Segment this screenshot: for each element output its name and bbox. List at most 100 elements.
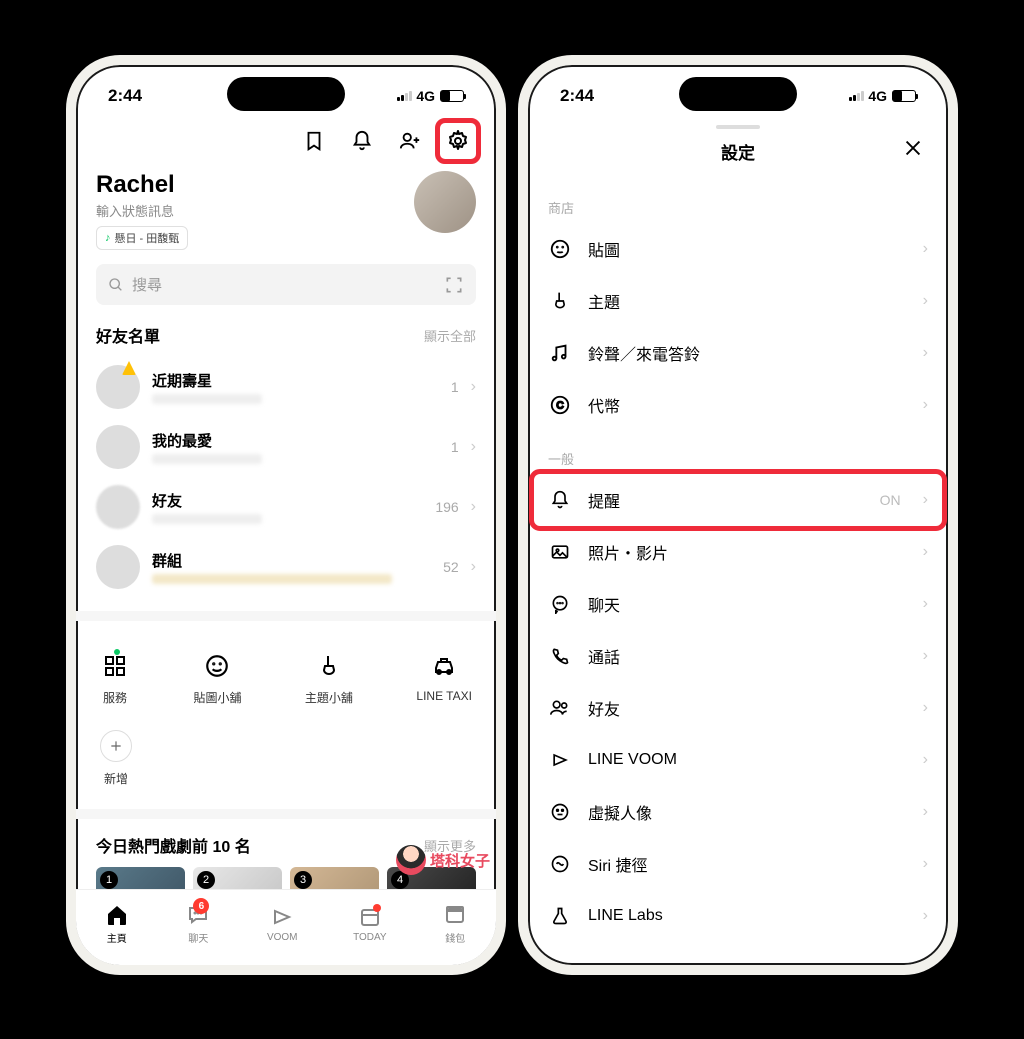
group-label-shop: 商店 [548,198,928,217]
scan-icon[interactable] [444,275,464,295]
row-labs[interactable]: LINE Labs › [548,890,928,942]
network-label: 4G [868,88,887,104]
row-voom[interactable]: LINE VOOM › [548,734,928,786]
friends-icon [548,696,572,720]
battery-icon [440,90,464,102]
row-coins[interactable]: C 代幣 › [548,379,928,431]
row-label: 提醒 [588,488,864,512]
chevron-right-icon: › [923,907,928,925]
network-label: 4G [416,88,435,104]
profile-name[interactable]: Rachel [96,171,188,199]
tab-label: VOOM [267,932,298,943]
voom-icon [269,904,295,930]
avatar-icon [548,800,572,824]
settings-title: 設定 [721,144,755,163]
row-label: Siri 捷徑 [588,852,907,876]
row-label: 聊天 [588,592,907,616]
wallet-icon [442,902,468,928]
bookmark-icon[interactable] [300,127,328,155]
row-chats[interactable]: 聊天 › [548,578,928,630]
search-input[interactable]: 搜尋 [96,264,476,305]
dynamic-island [679,77,797,111]
music-icon [548,341,572,365]
plus-icon [100,730,132,762]
top-toolbar [96,117,476,171]
chevron-right-icon: › [923,344,928,362]
settings-highlight [435,118,481,164]
tab-voom[interactable]: VOOM [267,904,298,943]
friend-count: 52 [443,559,459,575]
friends-header: 好友名單 [96,323,160,347]
tab-chat[interactable]: 6 聊天 [185,902,211,945]
tab-wallet[interactable]: 錢包 [442,902,468,945]
row-avatar[interactable]: 虛擬人像 › [548,786,928,838]
add-friend-icon[interactable] [396,127,424,155]
quick-stickers[interactable]: 貼圖小舖 [193,651,241,706]
music-chip[interactable]: ♪ 懸日 - 田馥甄 [96,226,188,250]
chevron-right-icon: › [923,396,928,414]
search-icon [108,277,124,293]
row-label: 通話 [588,644,907,668]
gear-icon[interactable] [444,127,472,155]
friend-row-favorites[interactable]: 我的最愛 1 › [96,417,476,477]
notification-dot [373,904,381,912]
bell-icon[interactable] [348,127,376,155]
smiley-icon [548,237,572,261]
phone-left: 2:44 4G Rachel [66,55,506,975]
quick-add[interactable]: 新增 [100,730,132,787]
friend-label: 我的最愛 [152,430,439,451]
smiley-icon [202,651,232,681]
row-label: 鈴聲／來電答鈴 [588,341,907,365]
avatar-icon [96,545,140,589]
group-label-general: 一般 [548,449,928,468]
avatar-icon [96,365,140,409]
row-notifications-highlight[interactable]: 提醒 ON › [534,474,942,526]
tab-label: 主頁 [107,930,127,945]
avatar-icon [96,425,140,469]
row-label: 代幣 [588,393,907,417]
friend-row-friends[interactable]: 好友 196 › [96,477,476,537]
drama-header: 今日熱門戲劇前 10 名 [96,833,251,857]
voom-icon [548,748,572,772]
section-divider [76,809,496,819]
quick-label: 新增 [104,770,128,787]
row-siri[interactable]: Siri 捷徑 › [548,838,928,890]
profile-avatar[interactable] [414,171,476,233]
sheet-handle[interactable] [716,125,760,129]
row-friends[interactable]: 好友 › [548,682,928,734]
row-calls[interactable]: 通話 › [548,630,928,682]
tab-today[interactable]: TODAY [353,904,387,943]
tab-label: 聊天 [188,930,208,945]
chevron-right-icon: › [923,595,928,613]
status-time: 2:44 [560,86,594,106]
friend-label: 群組 [152,550,431,571]
row-stickers[interactable]: 貼圖 › [548,223,928,275]
row-ringtones[interactable]: 鈴聲／來電答鈴 › [548,327,928,379]
chevron-right-icon: › [471,438,476,456]
row-photos[interactable]: 照片・影片 › [548,526,928,578]
chevron-right-icon: › [471,498,476,516]
friend-label: 近期壽星 [152,370,439,391]
phone-right: 2:44 4G 設定 商店 貼圖 › 主題 › 鈴聲／來電答鈴 [518,55,958,975]
search-placeholder: 搜尋 [132,274,444,295]
show-all-link[interactable]: 顯示全部 [424,326,476,345]
status-time: 2:44 [108,86,142,106]
friend-count: 1 [451,379,459,395]
brush-icon [548,289,572,313]
friend-row-birthday[interactable]: 近期壽星 1 › [96,357,476,417]
flask-icon [548,904,572,928]
quick-themes[interactable]: 主題小舖 [305,651,353,706]
row-label: 照片・影片 [588,540,907,564]
chevron-right-icon: › [923,491,928,509]
close-button[interactable] [902,137,924,159]
chevron-right-icon: › [923,803,928,821]
status-message[interactable]: 輸入狀態訊息 [96,201,188,220]
row-themes[interactable]: 主題 › [548,275,928,327]
quick-label: LINE TAXI [416,689,472,703]
quick-taxi[interactable]: LINE TAXI [416,651,472,706]
chevron-right-icon: › [471,558,476,576]
friend-row-groups[interactable]: 群組 52 › [96,537,476,597]
chat-icon [548,592,572,616]
tab-home[interactable]: 主頁 [104,902,130,945]
quick-services[interactable]: 服務 [100,651,130,706]
